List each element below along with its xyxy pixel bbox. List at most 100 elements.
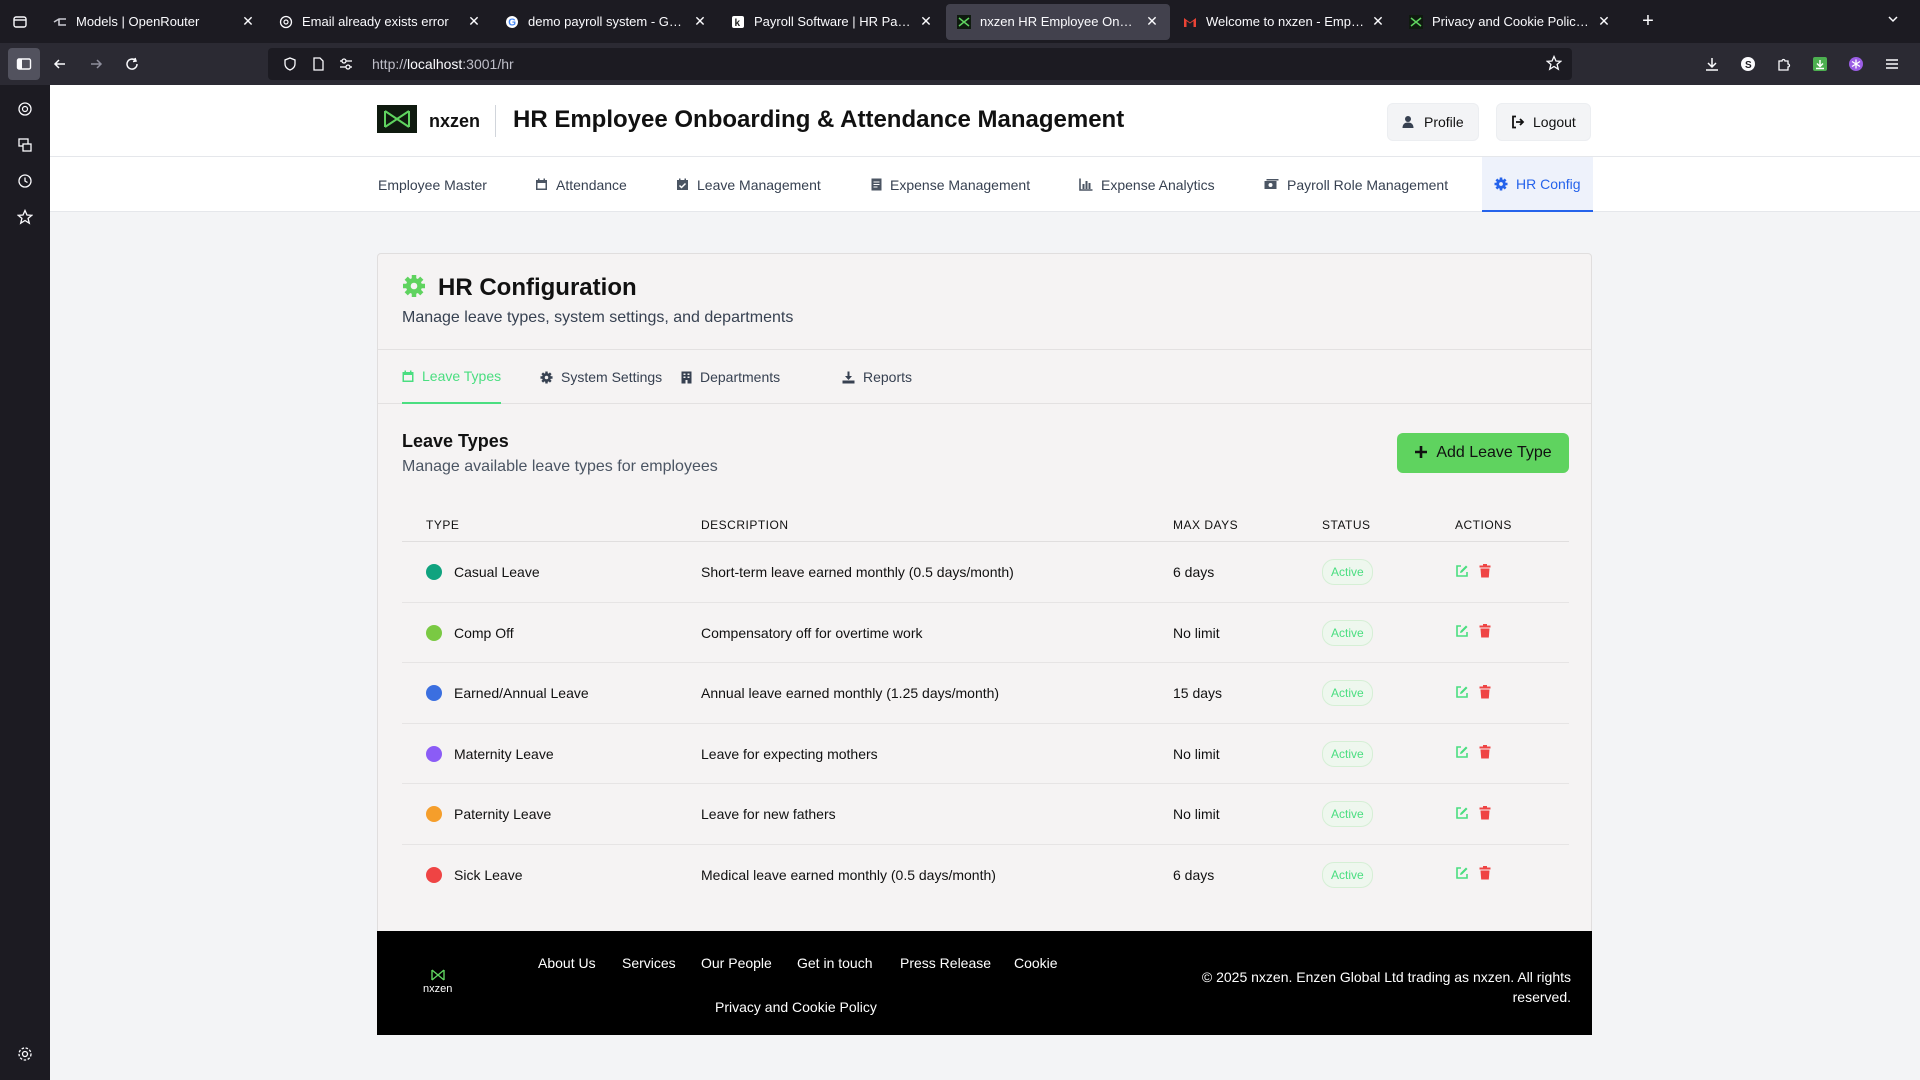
footer-link-cookie[interactable]: Cookie (1014, 955, 1058, 971)
browser-tab-openrouter[interactable]: Models | OpenRouter ✕ (42, 4, 266, 40)
tab-title: Email already exists error (302, 14, 449, 29)
synced-tabs-icon[interactable] (0, 127, 50, 163)
nav-payroll-role-management[interactable]: Payroll Role Management (1264, 157, 1448, 212)
url-text[interactable]: http://localhost:3001/hr (372, 56, 514, 72)
footer-link-get-in-touch[interactable]: Get in touch (797, 955, 873, 971)
status-badge: Active (1322, 680, 1373, 706)
trash-icon[interactable] (1479, 624, 1491, 641)
footer-link-services[interactable]: Services (622, 955, 676, 971)
browser-tab-welcome-nxzen[interactable]: Welcome to nxzen - Employee Onboarding ✕ (1172, 4, 1396, 40)
table-row: Earned/Annual Leave Annual leave earned … (402, 663, 1569, 724)
nxzen-favicon-icon (956, 14, 972, 30)
actions-cell (1455, 663, 1491, 723)
bookmarks-star-icon[interactable] (0, 199, 50, 235)
leave-types-table: TYPE DESCRIPTION MAX DAYS STATUS ACTIONS… (402, 504, 1569, 905)
tab-list-icon[interactable] (0, 0, 40, 43)
shield-icon[interactable] (278, 57, 302, 71)
tab-label: System Settings (561, 369, 663, 385)
chevron-down-icon[interactable] (1886, 12, 1900, 31)
browser-tab-payroll-software[interactable]: k Payroll Software | HR Payroll Manageme… (720, 4, 944, 40)
nav-expense-management[interactable]: Expense Management (871, 157, 1030, 212)
trash-icon[interactable] (1479, 563, 1491, 581)
url-host: localhost (407, 56, 463, 72)
extension-s-icon[interactable]: S (1732, 48, 1764, 80)
logout-icon (1511, 115, 1525, 129)
status-badge: Active (1322, 861, 1373, 888)
description-cell: Medical leave earned monthly (0.5 days/m… (701, 866, 996, 883)
nav-hr-config[interactable]: HR Config (1482, 157, 1593, 212)
forward-arrow-icon[interactable] (80, 48, 112, 80)
trash-icon[interactable] (1479, 684, 1491, 702)
edit-icon[interactable] (1455, 624, 1469, 641)
profile-button[interactable]: Profile (1387, 103, 1479, 141)
column-header-status: STATUS (1322, 518, 1371, 532)
close-tab-icon[interactable]: ✕ (918, 13, 934, 30)
calendar-icon (535, 178, 548, 191)
trash-icon[interactable] (1479, 805, 1491, 823)
download-icon[interactable] (1696, 48, 1728, 80)
sidebar-toggle-icon[interactable] (8, 48, 40, 80)
nav-expense-analytics[interactable]: Expense Analytics (1079, 157, 1215, 212)
url-prefix: http:// (372, 56, 408, 72)
footer-logo[interactable]: nxzen (423, 969, 452, 995)
footer-link-our-people[interactable]: Our People (701, 955, 772, 971)
new-tab-icon[interactable]: + (1632, 6, 1664, 38)
browser-tab-privacy-policy[interactable]: Privacy and Cookie Policy | nxzen ✕ (1398, 4, 1622, 40)
leave-type-name: Earned/Annual Leave (454, 685, 589, 701)
type-cell: Casual Leave (426, 542, 540, 602)
hamburger-menu-icon[interactable] (1876, 48, 1908, 80)
trash-icon[interactable] (1479, 745, 1491, 762)
plus-icon (1414, 442, 1428, 465)
add-leave-type-button[interactable]: Add Leave Type (1397, 433, 1569, 473)
trash-icon[interactable] (1479, 866, 1491, 883)
tab-departments[interactable]: Departments (681, 350, 780, 404)
green-download-extension-icon[interactable] (1804, 48, 1836, 80)
footer-link-privacy-policy[interactable]: Privacy and Cookie Policy (715, 999, 877, 1015)
close-tab-icon[interactable]: ✕ (1596, 13, 1612, 30)
history-clock-icon[interactable] (0, 163, 50, 199)
page-icon[interactable] (306, 57, 330, 71)
nxzen-logo-icon[interactable] (377, 105, 417, 133)
type-cell: Comp Off (426, 603, 514, 663)
edit-icon[interactable] (1455, 745, 1469, 762)
edit-icon[interactable] (1455, 685, 1469, 702)
nav-leave-management[interactable]: Leave Management (676, 157, 821, 212)
close-tab-icon[interactable]: ✕ (240, 13, 256, 30)
nav-attendance[interactable]: Attendance (535, 157, 627, 212)
page-title: HR Employee Onboarding & Attendance Mana… (513, 106, 1125, 133)
bookmark-star-icon[interactable] (1545, 54, 1563, 74)
site-permissions-icon[interactable] (334, 57, 358, 71)
edit-icon[interactable] (1455, 806, 1469, 823)
edit-icon[interactable] (1455, 866, 1469, 883)
edit-icon[interactable] (1455, 564, 1469, 581)
chatgpt-favicon-icon (278, 14, 294, 30)
tab-reports[interactable]: Reports (842, 350, 912, 404)
close-tab-icon[interactable]: ✕ (466, 13, 482, 30)
leave-type-name: Paternity Leave (454, 806, 552, 822)
status-cell: Active (1322, 845, 1373, 905)
color-dot (426, 564, 442, 580)
close-tab-icon[interactable]: ✕ (1370, 13, 1386, 30)
nav-employee-master[interactable]: Employee Master (378, 157, 487, 212)
browser-tab-email-error[interactable]: Email already exists error ✕ (268, 4, 492, 40)
url-bar[interactable]: http://localhost:3001/hr (268, 48, 1572, 80)
back-arrow-icon[interactable] (44, 48, 76, 80)
footer-link-about-us[interactable]: About Us (538, 955, 596, 971)
hr-configuration-card: HR Configuration Manage leave types, sys… (377, 253, 1592, 1026)
close-tab-icon[interactable]: ✕ (1144, 13, 1160, 30)
purple-extension-icon[interactable] (1840, 48, 1872, 80)
settings-gear-icon[interactable] (0, 1036, 50, 1072)
gmail-favicon-icon (1182, 14, 1198, 30)
logout-button[interactable]: Logout (1496, 103, 1591, 141)
puzzle-extensions-icon[interactable] (1768, 48, 1800, 80)
toolbar-extensions: S (1692, 48, 1908, 80)
close-tab-icon[interactable]: ✕ (692, 13, 708, 30)
reload-icon[interactable] (116, 48, 148, 80)
browser-tab-nxzen-hr[interactable]: nxzen HR Employee Onboarding ✕ (946, 3, 1170, 40)
tab-system-settings[interactable]: System Settings (540, 350, 662, 404)
browser-tab-google[interactable]: G demo payroll system - Google Search ✕ (494, 4, 718, 40)
tab-leave-types[interactable]: Leave Types (402, 350, 502, 404)
calendar-icon (402, 370, 414, 383)
ai-chatbot-icon[interactable] (0, 91, 50, 127)
footer-link-press-release[interactable]: Press Release (900, 955, 991, 971)
